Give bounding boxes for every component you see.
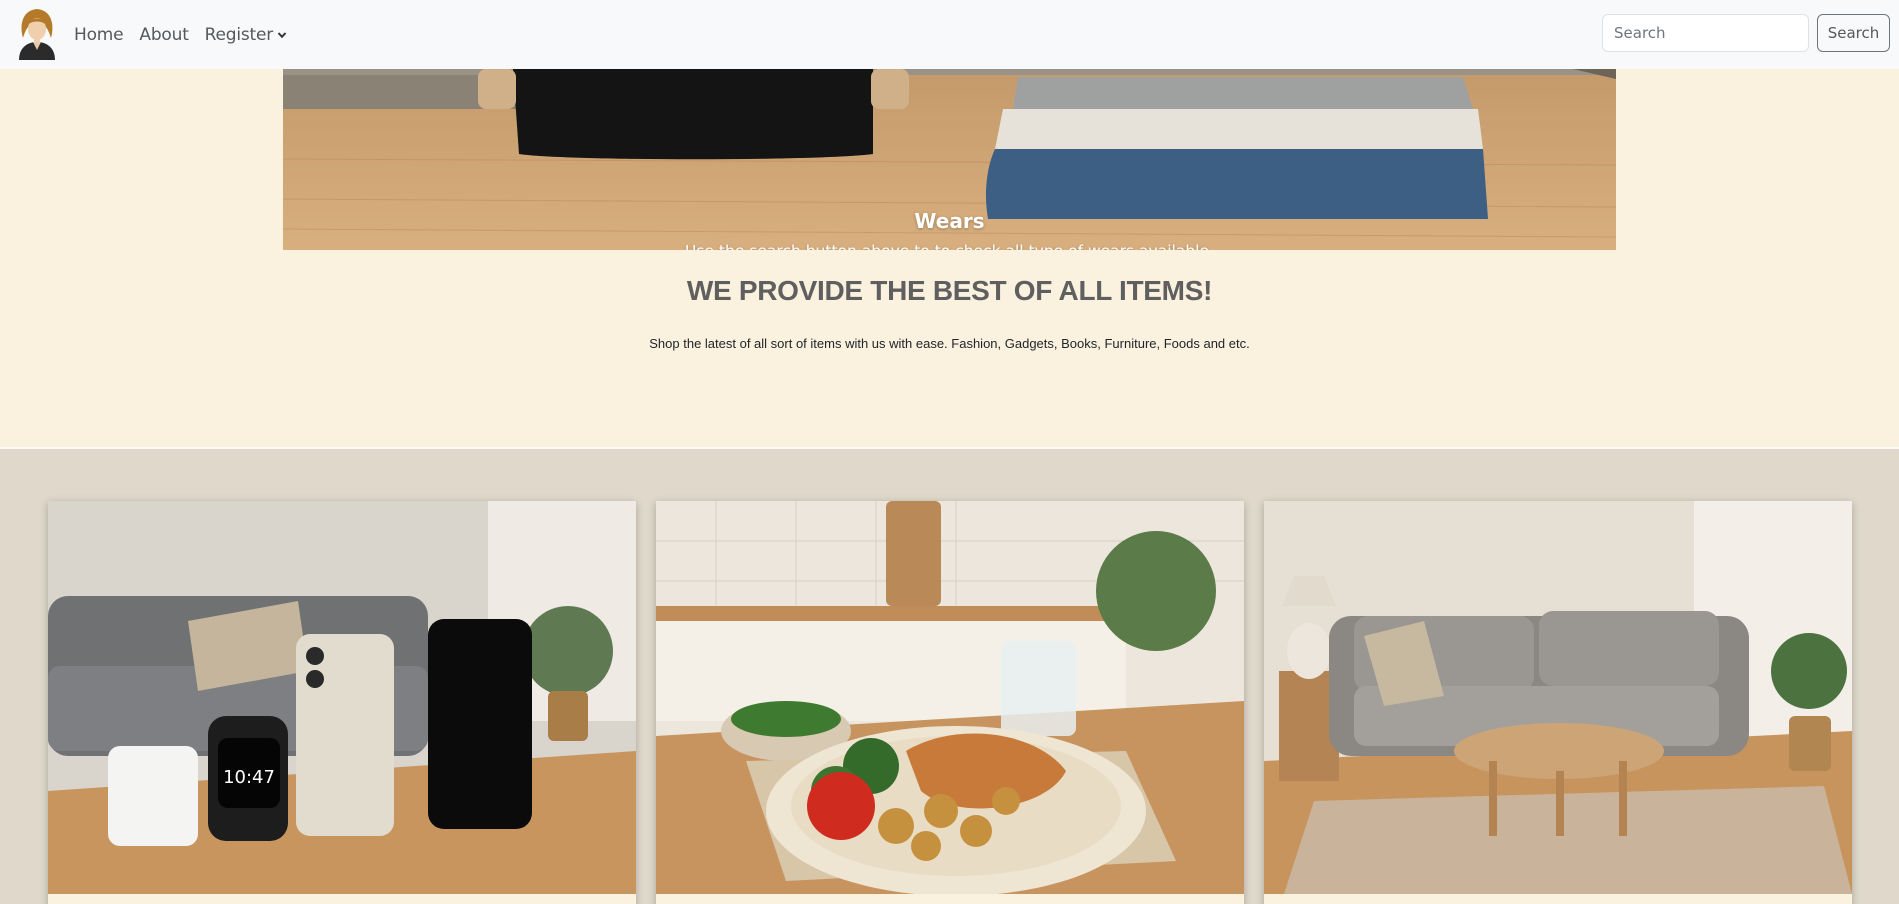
card-furniture-image <box>1264 501 1852 894</box>
nav-register-dropdown[interactable]: Register <box>205 25 287 45</box>
product-cards-section: 10:47 <box>0 447 1899 904</box>
watch-time-text: 10:47 <box>223 767 275 788</box>
search-input[interactable] <box>1602 14 1809 52</box>
nav-home-link[interactable]: Home <box>74 25 124 45</box>
card-gadgets[interactable]: 10:47 <box>48 501 636 904</box>
search-button[interactable]: Search <box>1817 14 1890 52</box>
navbar: Home About Register Search <box>0 0 1899 69</box>
nav-links: Home About Register <box>74 0 303 69</box>
carousel-caption-title: Wears <box>914 209 985 233</box>
card-food-image <box>656 501 1244 894</box>
carousel-caption-text: Use the search button above to to check … <box>283 242 1616 250</box>
hero-subtitle: Shop the latest of all sort of items wit… <box>649 336 1250 351</box>
card-food[interactable] <box>656 501 1244 904</box>
carousel: Wears Use the search button above to to … <box>283 69 1616 250</box>
nav-about-link[interactable]: About <box>139 25 188 45</box>
hero-title: WE PROVIDE THE BEST OF ALL ITEMS! <box>686 275 1213 306</box>
card-furniture[interactable] <box>1264 501 1852 904</box>
card-gadgets-image: 10:47 <box>48 501 636 894</box>
chevron-down-icon <box>277 31 287 38</box>
nav-register-label: Register <box>204 24 274 45</box>
logo-avatar[interactable] <box>9 4 65 60</box>
